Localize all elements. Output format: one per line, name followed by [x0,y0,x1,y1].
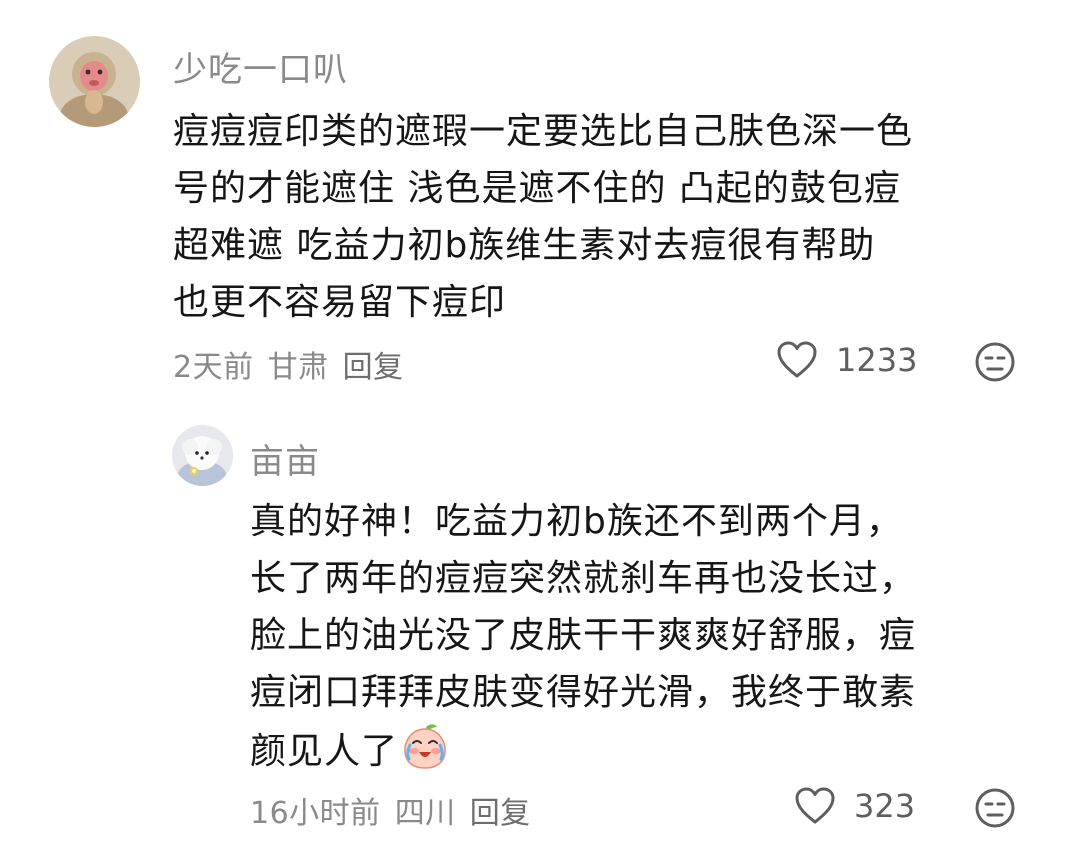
crying-laughing-peach-emoji-icon [400,721,450,771]
like-button[interactable]: 1233 [776,340,917,380]
dislike-button[interactable] [974,341,1016,387]
reply-text: 真的好神！吃益力初b族还不到两个月， 长了两年的痘痘突然就刹车再也没长过， 脸上… [250,493,916,780]
timestamp: 2天前 [173,350,254,385]
reply-meta: 16小时前 四川 回复 [250,788,531,832]
reply-button[interactable]: 回复 [470,788,531,832]
avatar[interactable] [172,425,233,486]
meh-face-icon [975,342,1015,382]
comment-text-line: 也更不容易留下痘印 [173,282,507,323]
dislike-button[interactable] [974,787,1016,833]
reply-text-line: 痘闭口拜拜皮肤变得好光滑，我终于敢素 [250,672,917,713]
reply-text-line: 长了两年的痘痘突然就刹车再也没长过， [250,558,917,599]
like-count: 323 [854,787,916,825]
reply-text-line: 真的好神！吃益力初b族还不到两个月， [250,501,903,542]
location: 四川 [394,796,456,831]
reply-text-last: 颜见人了 [250,731,399,772]
reply-text-line: 颜见人了 [250,721,916,780]
heart-outline-icon [795,787,835,824]
monkey-avatar-icon [49,36,140,127]
reply-button[interactable]: 回复 [343,342,404,386]
meh-face-icon [975,788,1015,828]
location: 甘肃 [267,350,329,385]
comment-text: 痘痘痘印类的遮瑕一定要选比自己肤色深一色 号的才能遮住 浅色是遮不住的 凸起的鼓… [173,103,913,331]
username[interactable]: 亩亩 [250,434,320,483]
comment-meta: 2天前 甘肃 回复 [173,342,404,386]
like-button[interactable]: 323 [794,786,915,826]
like-count: 1233 [836,341,918,379]
white-puppy-avatar-icon [172,425,233,486]
heart-outline-icon [777,341,817,378]
username[interactable]: 少吃一口叭 [173,42,348,91]
comment-text-line: 超难遮 吃益力初b族维生素对去痘很有帮助 [173,225,876,266]
comment-text-line: 号的才能遮住 浅色是遮不住的 凸起的鼓包痘 [173,168,901,209]
comment-text-line: 痘痘痘印类的遮瑕一定要选比自己肤色深一色 [173,111,914,152]
avatar[interactable] [49,36,140,127]
reply-text-line: 脸上的油光没了皮肤干干爽爽好舒服，痘 [250,615,917,656]
timestamp: 16小时前 [250,796,381,831]
